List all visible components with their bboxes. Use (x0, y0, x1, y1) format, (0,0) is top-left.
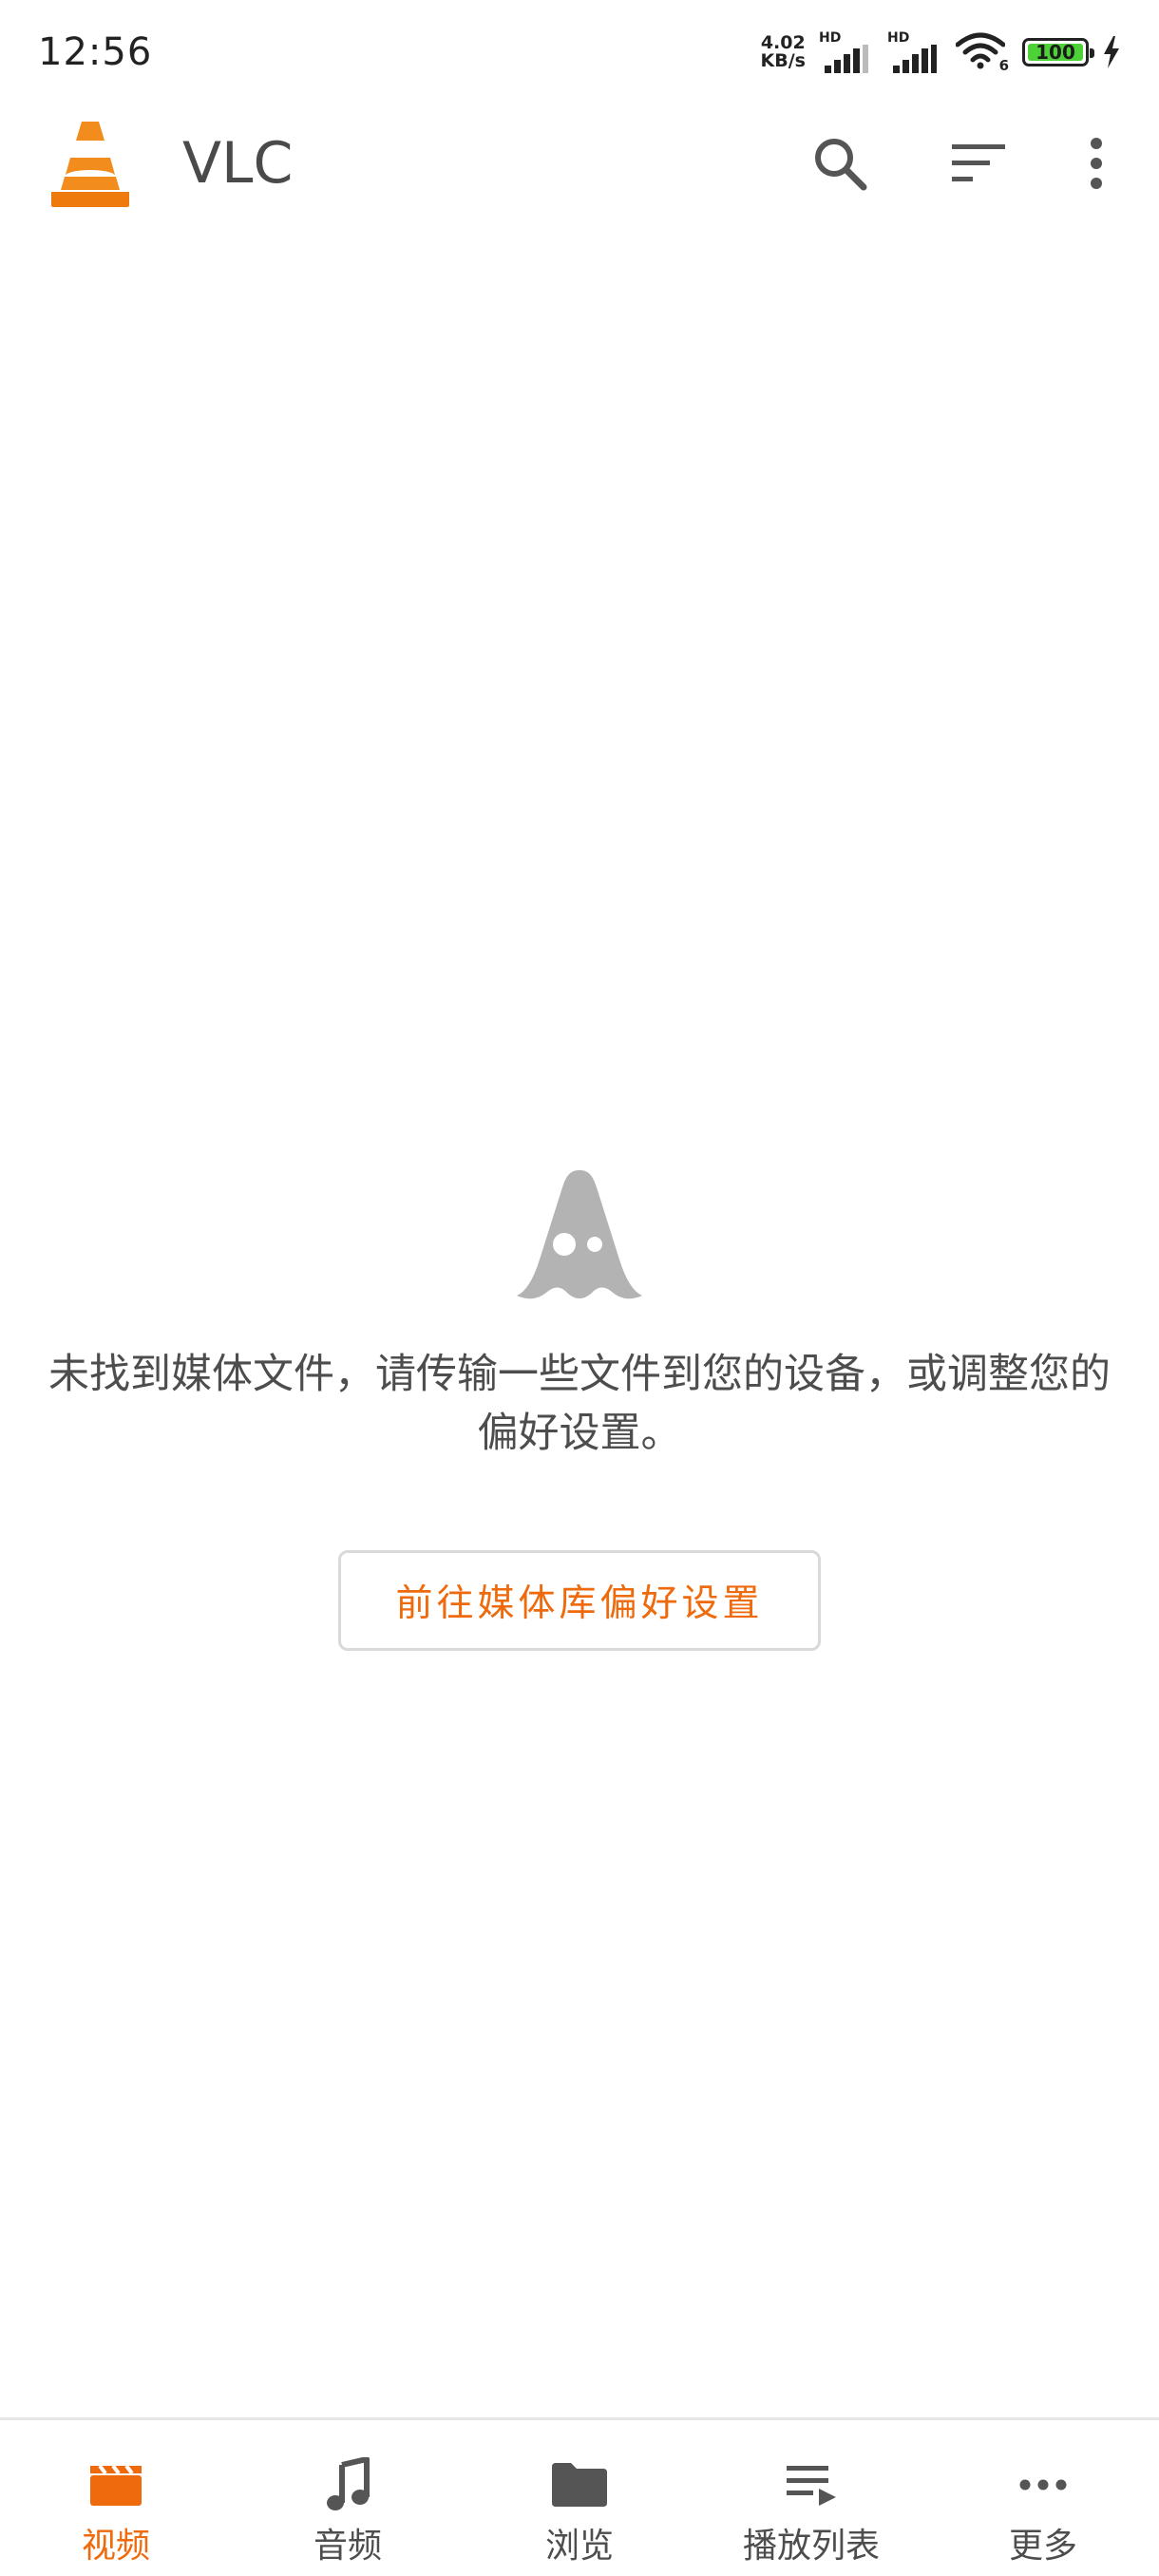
more-options-button[interactable] (1060, 127, 1132, 199)
wifi-icon: 6 (955, 31, 1009, 74)
vlc-cone-icon (49, 120, 131, 207)
nav-item-video[interactable]: 视频 (0, 2420, 232, 2576)
nav-item-audio[interactable]: 音频 (232, 2420, 464, 2576)
nav-item-playlists[interactable]: 播放列表 (695, 2420, 927, 2576)
app-bar: VLC (0, 104, 1159, 222)
signal-1-hd-label: HD (819, 30, 842, 46)
empty-state: 未找到媒体文件，请传输一些文件到您的设备，或调整您的偏好设置。 前往媒体库偏好设… (0, 1168, 1159, 1651)
nav-label-audio: 音频 (313, 2527, 382, 2566)
sort-icon (952, 144, 1005, 181)
cell-signal-1-icon: HD (819, 31, 874, 73)
ghost-cone-icon (517, 1170, 642, 1299)
more-horiz-icon (1013, 2454, 1074, 2515)
nav-label-playlists: 播放列表 (742, 2527, 880, 2566)
empty-message: 未找到媒体文件，请传输一些文件到您的设备，或调整您的偏好设置。 (48, 1351, 1111, 1457)
clapperboard-icon (86, 2454, 146, 2515)
battery-icon: 100 (1022, 38, 1094, 66)
network-speed-unit: KB/s (760, 50, 806, 71)
search-button[interactable] (804, 127, 876, 199)
nav-label-more: 更多 (1008, 2527, 1077, 2566)
status-time: 12:56 (38, 30, 153, 74)
nav-label-browse: 浏览 (544, 2527, 614, 2566)
more-vert-icon (1091, 138, 1102, 189)
sort-button[interactable] (942, 127, 1015, 199)
charging-bolt-icon (1102, 36, 1121, 68)
go-to-media-library-preferences-button[interactable]: 前往媒体库偏好设置 (338, 1550, 821, 1651)
nav-item-more[interactable]: 更多 (927, 2420, 1159, 2576)
battery-level: 100 (1036, 41, 1075, 64)
nav-label-video: 视频 (81, 2527, 150, 2566)
bottom-navigation: 视频 音频 浏览 播放列表 更多 (0, 2417, 1159, 2576)
cell-signal-2-icon: HD (887, 31, 942, 73)
wifi-6-label: 6 (998, 57, 1009, 74)
search-icon (815, 139, 867, 191)
music-note-icon (317, 2454, 378, 2515)
network-speed: 4.02 KB/s (761, 34, 806, 70)
playlist-icon (781, 2454, 842, 2515)
status-icons: 4.02 KB/s HD HD 6 100 (761, 28, 1121, 76)
folder-icon (549, 2454, 610, 2515)
app-title: VLC (182, 130, 294, 197)
signal-2-hd-label: HD (887, 30, 910, 46)
status-bar: 12:56 4.02 KB/s HD HD 6 100 (0, 0, 1159, 104)
nav-item-browse[interactable]: 浏览 (464, 2420, 695, 2576)
